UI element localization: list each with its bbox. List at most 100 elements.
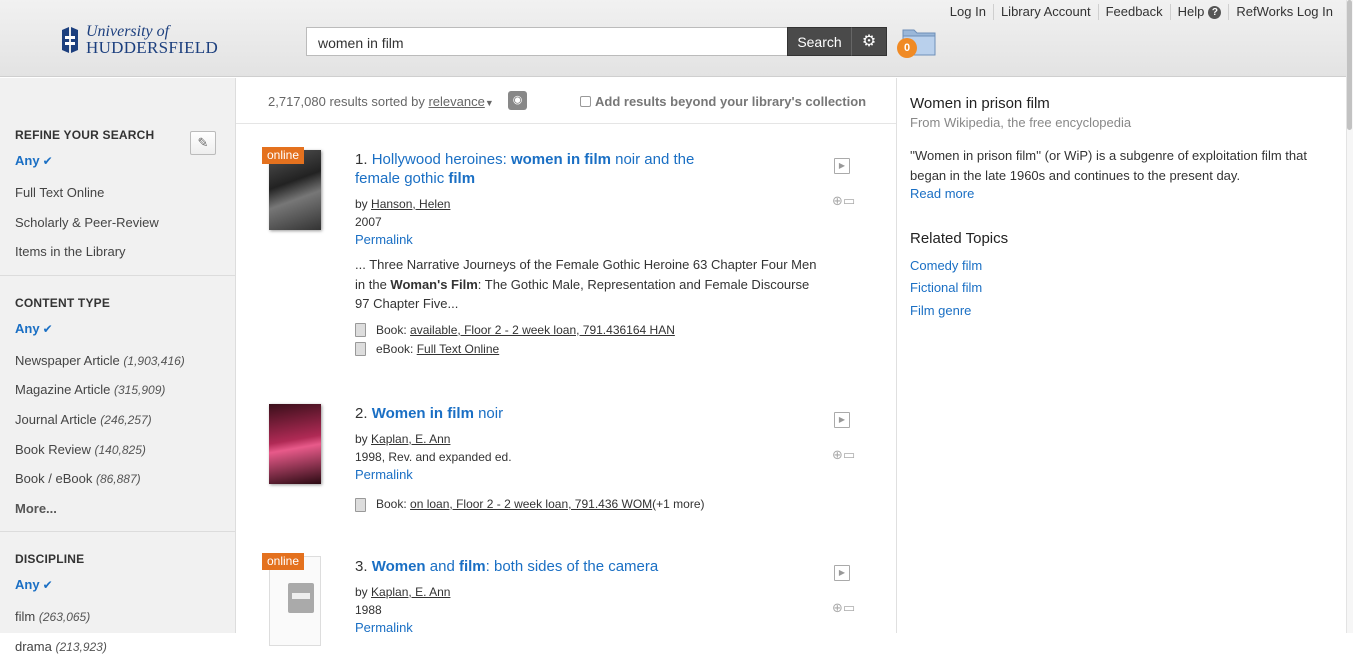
permalink-link[interactable]: Permalink bbox=[355, 231, 825, 249]
holding-link[interactable]: on loan, Floor 2 - 2 week loan, 791.436 … bbox=[410, 495, 652, 514]
result-author: by Kaplan, E. Ann bbox=[355, 583, 825, 601]
sort-dropdown[interactable]: relevance bbox=[428, 94, 484, 109]
discipline-section: DISCIPLINE Any ✔ film (263,065) drama (21… bbox=[0, 532, 235, 669]
help-link[interactable]: Help? bbox=[1169, 4, 1229, 20]
result-body: 1. Hollywood heroines: women in film noi… bbox=[355, 150, 825, 359]
content-type-item[interactable]: Book / eBook (86,887) bbox=[15, 464, 235, 494]
results-count-text: 2,717,080 results sorted by bbox=[268, 94, 425, 109]
related-topic-link[interactable]: Film genre bbox=[910, 303, 971, 318]
content-type-item[interactable]: Magazine Article (315,909) bbox=[15, 375, 235, 405]
search-button[interactable]: Search bbox=[787, 27, 852, 56]
discipline-heading: DISCIPLINE bbox=[15, 552, 85, 567]
search-input[interactable]: women in film bbox=[306, 27, 788, 56]
result-body: 3. Women and film: both sides of the cam… bbox=[355, 557, 825, 637]
beyond-checkbox[interactable] bbox=[580, 96, 591, 107]
content-type-item[interactable]: Newspaper Article (1,903,416) bbox=[15, 346, 235, 376]
author-link[interactable]: Hanson, Helen bbox=[371, 197, 450, 211]
online-badge: online bbox=[262, 553, 305, 570]
help-icon: ? bbox=[1208, 5, 1222, 19]
holding-extra: (+1 more) bbox=[652, 497, 705, 511]
refine-sidebar: ✎ REFINE YOUR SEARCH Any ✔ Full Text Onli… bbox=[0, 78, 236, 654]
refine-peer-review[interactable]: Scholarly & Peer-Review bbox=[15, 208, 235, 238]
feedback-link[interactable]: Feedback bbox=[1097, 4, 1170, 20]
help-label: Help bbox=[1177, 4, 1205, 19]
results-count: 2,717,080 results sorted by relevance▼ bbox=[268, 94, 494, 109]
facet-count: (1,903,416) bbox=[123, 353, 185, 368]
checkmark-icon: ✔ bbox=[42, 321, 53, 336]
title-part: : both sides of the camera bbox=[485, 558, 659, 575]
result-item: online 3. Women and film: both sides of … bbox=[236, 550, 896, 646]
read-more-link[interactable]: Read more bbox=[910, 186, 974, 201]
discipline-any-label: Any bbox=[15, 577, 40, 593]
author-link[interactable]: Kaplan, E. Ann bbox=[371, 432, 450, 446]
facet-count: (315,909) bbox=[114, 383, 166, 398]
online-badge: online bbox=[262, 147, 305, 164]
content-type-item[interactable]: Book Review (140,825) bbox=[15, 435, 235, 465]
holding-row: eBook: Full Text Online bbox=[355, 340, 825, 359]
discipline-any[interactable]: Any ✔ bbox=[15, 574, 235, 602]
discipline-item[interactable]: film (263,065) bbox=[15, 602, 235, 632]
result-number: 1. bbox=[355, 151, 368, 168]
holding-link[interactable]: Full Text Online bbox=[417, 340, 499, 359]
wiki-title: Women in prison film bbox=[910, 95, 1050, 112]
holding-type: Book: bbox=[376, 497, 407, 511]
result-title-link[interactable]: 1. Hollywood heroines: women in film noi… bbox=[355, 150, 735, 188]
university-logo[interactable]: University of HUDDERSFIELD bbox=[60, 24, 218, 56]
holding-link[interactable]: available, Floor 2 - 2 week loan, 791.43… bbox=[410, 321, 675, 340]
title-part: Hollywood heroines: bbox=[371, 151, 511, 168]
preview-icon[interactable]: ▶ bbox=[834, 565, 850, 581]
add-beyond-collection-toggle[interactable]: Add results beyond your library's collec… bbox=[580, 94, 866, 109]
refine-in-library[interactable]: Items in the Library bbox=[15, 237, 235, 267]
author-prefix: by bbox=[355, 432, 368, 446]
checkmark-icon: ✔ bbox=[42, 154, 53, 168]
content-type-section: CONTENT TYPE Any ✔ Newspaper Article (1,9… bbox=[0, 276, 235, 533]
preview-icon[interactable]: ▶ bbox=[834, 412, 850, 428]
title-part: and bbox=[425, 558, 459, 575]
author-prefix: by bbox=[355, 197, 368, 211]
page-scrollbar[interactable] bbox=[1346, 0, 1353, 633]
result-title-link[interactable]: 3. Women and film: both sides of the cam… bbox=[355, 557, 825, 576]
preview-icon[interactable]: ▶ bbox=[834, 158, 850, 174]
author-link[interactable]: Kaplan, E. Ann bbox=[371, 585, 450, 599]
checkmark-icon: ✔ bbox=[42, 578, 53, 593]
refine-full-text[interactable]: Full Text Online bbox=[15, 178, 235, 208]
add-to-folder-icon[interactable]: ⊕▭ bbox=[832, 448, 855, 462]
related-topic-link[interactable]: Comedy film bbox=[910, 258, 982, 273]
rss-icon[interactable]: ◉ bbox=[508, 91, 527, 110]
refworks-login-link[interactable]: RefWorks Log In bbox=[1228, 4, 1340, 20]
title-part: Women bbox=[371, 558, 426, 575]
folder-count-badge: 0 bbox=[897, 38, 917, 58]
facet-count: (86,887) bbox=[95, 472, 141, 487]
result-snippet: ... Three Narrative Journeys of the Fema… bbox=[355, 255, 825, 314]
facet-label: Newspaper Article bbox=[15, 352, 120, 368]
title-part: film bbox=[458, 558, 486, 575]
discipline-item[interactable]: drama (213,923) bbox=[15, 632, 235, 662]
add-to-folder-icon[interactable]: ⊕▭ bbox=[832, 601, 855, 615]
gear-icon[interactable]: ⚙ bbox=[851, 27, 887, 56]
scrollbar-thumb[interactable] bbox=[1347, 0, 1352, 130]
author-prefix: by bbox=[355, 585, 368, 599]
facet-count: (246,257) bbox=[100, 412, 152, 427]
login-link[interactable]: Log In bbox=[943, 4, 993, 20]
related-topic-link[interactable]: Fictional film bbox=[910, 280, 982, 295]
library-account-link[interactable]: Library Account bbox=[992, 4, 1098, 20]
book-cover-image[interactable] bbox=[269, 404, 321, 484]
holding-row: Book: on loan, Floor 2 - 2 week loan, 79… bbox=[355, 495, 825, 514]
add-to-folder-icon[interactable]: ⊕▭ bbox=[832, 194, 855, 208]
facet-label: film bbox=[15, 609, 36, 625]
holding-row: Book: available, Floor 2 - 2 week loan, … bbox=[355, 321, 825, 340]
content-type-more-link[interactable]: More... bbox=[15, 494, 235, 524]
facet-label: Journal Article bbox=[15, 411, 97, 427]
facet-count: (140,825) bbox=[94, 442, 146, 457]
chevron-down-icon[interactable]: ▼ bbox=[485, 98, 494, 108]
result-title-link[interactable]: 2. Women in film noir bbox=[355, 404, 825, 423]
permalink-link[interactable]: Permalink bbox=[355, 619, 825, 637]
pencil-icon[interactable]: ✎ bbox=[190, 131, 216, 155]
facet-count: (263,065) bbox=[38, 610, 91, 625]
permalink-link[interactable]: Permalink bbox=[355, 466, 825, 484]
content-type-item[interactable]: Journal Article (246,257) bbox=[15, 405, 235, 435]
facet-label: drama bbox=[15, 638, 52, 654]
book-icon bbox=[355, 497, 366, 512]
content-type-any-label: Any bbox=[15, 320, 40, 336]
content-type-any[interactable]: Any ✔ bbox=[15, 318, 235, 346]
